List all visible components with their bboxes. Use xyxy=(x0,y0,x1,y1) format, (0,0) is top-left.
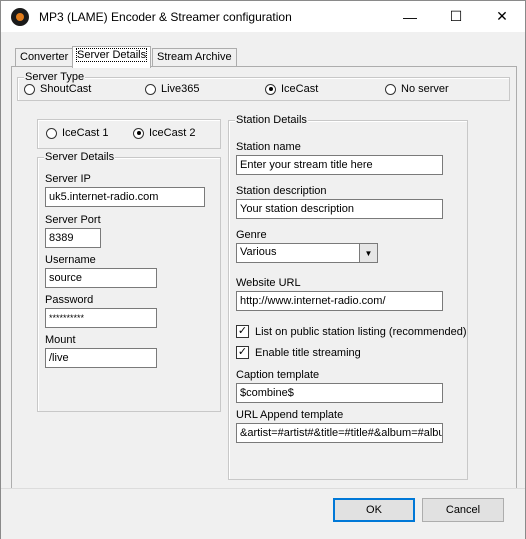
server-type-label: Server Type xyxy=(24,71,86,83)
radio-icecast-label: IceCast xyxy=(281,83,319,95)
station-description-input[interactable]: Your station description xyxy=(236,199,443,219)
maximize-button[interactable]: ☐ xyxy=(433,1,479,32)
server-port-input[interactable]: 8389 xyxy=(45,228,101,248)
website-url-label: Website URL xyxy=(236,277,301,289)
radio-icecast-circle xyxy=(265,83,276,95)
tab-converter[interactable]: Converter xyxy=(15,48,74,67)
station-name-label: Station name xyxy=(236,141,301,153)
server-ip-input[interactable]: uk5.internet-radio.com xyxy=(45,187,205,207)
url-append-input[interactable]: &artist=#artist#&title=#title#&album=#al… xyxy=(236,423,443,443)
minimize-button[interactable]: — xyxy=(387,1,433,32)
list-public-label: List on public station listing (recommen… xyxy=(255,325,467,338)
check-icon: ✓ xyxy=(236,346,249,359)
radio-shoutcast-label: ShoutCast xyxy=(40,83,92,95)
radio-icecast[interactable]: IceCast xyxy=(265,83,318,95)
radio-live365[interactable]: Live365 xyxy=(145,83,200,95)
radio-icecast1[interactable]: IceCast 1 xyxy=(46,127,108,139)
title-streaming-checkbox[interactable]: ✓ Enable title streaming xyxy=(236,346,361,359)
tab-server-details-label: Server Details xyxy=(75,48,148,62)
config-window: MP3 (LAME) Encoder & Streamer configurat… xyxy=(0,0,526,539)
title-streaming-label: Enable title streaming xyxy=(255,346,361,359)
mount-label: Mount xyxy=(45,334,76,346)
tab-server-details[interactable]: Server Details xyxy=(72,46,152,68)
radio-shoutcast-circle xyxy=(24,83,35,95)
caption-template-label: Caption template xyxy=(236,369,320,381)
tab-stream-archive-label: Stream Archive xyxy=(157,51,232,63)
station-details-group: Station Details Station name Enter your … xyxy=(228,114,468,480)
title-bar[interactable]: MP3 (LAME) Encoder & Streamer configurat… xyxy=(1,1,525,32)
check-icon: ✓ xyxy=(236,325,249,338)
station-name-input[interactable]: Enter your stream title here xyxy=(236,155,443,175)
list-public-checkbox[interactable]: ✓ List on public station listing (recomme… xyxy=(236,325,467,338)
mount-input[interactable]: /live xyxy=(45,348,157,368)
button-bar: OK Cancel xyxy=(1,488,525,539)
caption-template-input[interactable]: $combine$ xyxy=(236,383,443,403)
password-label: Password xyxy=(45,294,94,306)
genre-select[interactable]: Various ▼ xyxy=(236,243,378,263)
genre-value: Various xyxy=(240,246,277,258)
server-details-group: Server Details Server IP uk5.internet-ra… xyxy=(37,151,221,412)
radio-no-server-label: No server xyxy=(401,83,449,95)
password-input[interactable]: ********** xyxy=(45,308,157,328)
dialog-body: Converter Server Details Stream Archive … xyxy=(1,32,525,519)
radio-icecast1-label: IceCast 1 xyxy=(62,127,109,139)
genre-label: Genre xyxy=(236,229,267,241)
radio-icecast2[interactable]: IceCast 2 xyxy=(133,127,195,139)
tab-converter-label: Converter xyxy=(20,51,69,63)
username-input[interactable]: source xyxy=(45,268,157,288)
radio-no-server-circle xyxy=(385,83,396,95)
server-ip-label: Server IP xyxy=(45,173,91,185)
close-button[interactable]: ✕ xyxy=(479,1,525,32)
app-icon xyxy=(11,8,29,26)
station-description-label: Station description xyxy=(236,185,327,197)
username-label: Username xyxy=(45,254,96,266)
server-details-label: Server Details xyxy=(44,151,116,163)
server-port-label: Server Port xyxy=(45,214,101,226)
server-details-panel: Server Type ShoutCast Live365 IceCast No… xyxy=(11,66,517,519)
radio-live365-circle xyxy=(145,83,156,95)
radio-shoutcast[interactable]: ShoutCast xyxy=(24,83,91,95)
tab-stream-archive[interactable]: Stream Archive xyxy=(152,48,237,67)
chevron-down-icon[interactable]: ▼ xyxy=(359,244,377,262)
radio-no-server[interactable]: No server xyxy=(385,83,449,95)
icecast-version-group: IceCast 1 IceCast 2 xyxy=(37,119,221,149)
server-type-group: Server Type ShoutCast Live365 IceCast No… xyxy=(17,71,510,101)
window-title: MP3 (LAME) Encoder & Streamer configurat… xyxy=(39,10,292,24)
website-url-input[interactable]: http://www.internet-radio.com/ xyxy=(236,291,443,311)
radio-icecast1-circle xyxy=(46,127,57,139)
station-details-label: Station Details xyxy=(235,114,308,126)
cancel-button[interactable]: Cancel xyxy=(422,498,504,522)
url-append-label: URL Append template xyxy=(236,409,344,421)
ok-button[interactable]: OK xyxy=(333,498,415,522)
radio-live365-label: Live365 xyxy=(161,83,200,95)
radio-icecast2-circle xyxy=(133,127,144,139)
radio-icecast2-label: IceCast 2 xyxy=(149,127,196,139)
